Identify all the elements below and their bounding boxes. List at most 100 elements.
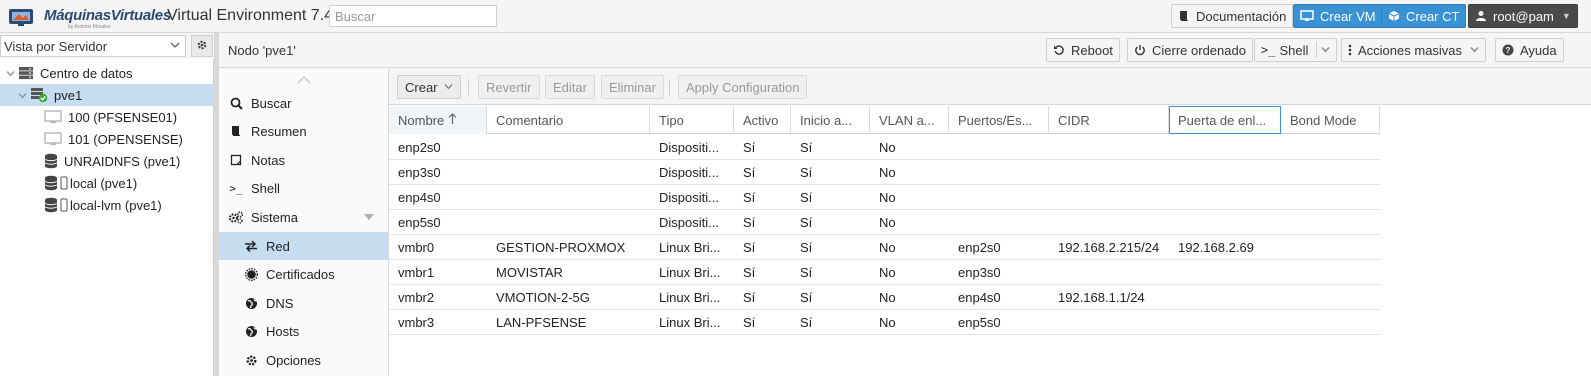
view-selector[interactable]: Vista por Servidor [0, 35, 186, 57]
cell-name: enp3s0 [398, 164, 441, 180]
cell-name: vmbr3 [398, 314, 435, 330]
cell-comment: MOVISTAR [496, 264, 563, 280]
table-row[interactable]: enp4s0 Dispositi... Sí Sí No [389, 185, 1380, 210]
nav-item-notes[interactable]: Notas [219, 146, 388, 174]
shutdown-button[interactable]: Cierre ordenado [1127, 38, 1253, 62]
monitor-icon [1300, 10, 1314, 22]
help-button[interactable]: ? Ayuda [1495, 38, 1564, 62]
reboot-button[interactable]: Reboot [1046, 38, 1120, 62]
cell-bond-mode [1281, 160, 1380, 184]
edit-button[interactable]: Editar [545, 75, 595, 99]
cell-type: Dispositi... [659, 189, 719, 205]
column-header-ports-slaves[interactable]: Puertos/Es... [949, 106, 1049, 134]
tree-item-label: 100 (PFSENSE01) [68, 109, 178, 125]
tree-item-vm-100[interactable]: 100 (PFSENSE01) [0, 106, 214, 128]
table-row[interactable]: vmbr0 GESTION-PROXMOX Linux Bri... Sí Sí No en… [389, 235, 1380, 260]
gear-button[interactable] [191, 35, 213, 57]
search-input[interactable] [329, 5, 497, 27]
collapse-toggle-icon[interactable] [16, 89, 28, 101]
cell-name: vmbr0 [398, 239, 435, 255]
table-row[interactable]: vmbr3 LAN-PFSENSE Linux Bri... Sí Sí No enp5s0 [389, 310, 1380, 335]
column-header-active[interactable]: Activo [734, 106, 791, 134]
cell-active: Sí [743, 264, 756, 280]
table-row[interactable]: enp2s0 Dispositi... Sí Sí No [389, 135, 1380, 160]
edit-label: Editar [553, 79, 587, 95]
create-vm-button[interactable]: Crear VM [1293, 4, 1383, 28]
column-header-name[interactable]: Nombre [389, 106, 487, 134]
tree-item-datacenter[interactable]: Centro de datos [0, 62, 214, 84]
revert-button[interactable]: Revertir [478, 75, 540, 99]
user-menu-button[interactable]: root@pam ▼ [1468, 4, 1578, 28]
cell-active: Sí [743, 139, 756, 155]
delete-button[interactable]: Eliminar [601, 75, 664, 99]
tree-item-storage-unraidnfs[interactable]: UNRAIDNFS (pve1) [0, 150, 214, 172]
cell-comment: GESTION-PROXMOX [496, 239, 626, 255]
column-header-label: Nombre [398, 112, 445, 128]
cell-bond-mode [1281, 185, 1380, 209]
cell-comment [487, 210, 650, 234]
column-header-vlan-aware[interactable]: VLAN a... [870, 106, 949, 134]
tree-item-vm-101[interactable]: 101 (OPENSENSE) [0, 128, 214, 150]
cell-autostart: Sí [800, 264, 813, 280]
node-online-icon [30, 87, 48, 103]
column-header-label: Tipo [659, 112, 684, 128]
cell-bond-mode [1281, 310, 1380, 334]
cell-vlan-aware: No [879, 289, 896, 305]
cell-autostart: Sí [800, 314, 813, 330]
column-header-comment[interactable]: Comentario [487, 106, 650, 134]
cell-active: Sí [743, 239, 756, 255]
column-header-type[interactable]: Tipo [650, 106, 734, 134]
nav-item-summary[interactable]: Resumen [219, 117, 388, 145]
cell-vlan-aware: No [879, 239, 896, 255]
create-button[interactable]: Crear [397, 75, 461, 99]
column-header-cidr[interactable]: CIDR [1049, 106, 1169, 134]
nav-item-hosts[interactable]: Hosts [219, 317, 388, 345]
cell-ports [949, 160, 1049, 184]
cell-autostart: Sí [800, 214, 813, 230]
grid-header: Nombre Comentario Tipo Activo Inicio a..… [389, 106, 1380, 134]
nav-item-shell[interactable]: >_ Shell [219, 174, 388, 202]
collapse-caret-icon[interactable] [364, 212, 374, 222]
book-icon [228, 125, 244, 137]
table-row[interactable]: enp3s0 Dispositi... Sí Sí No [389, 160, 1380, 185]
collapse-toggle-icon[interactable] [4, 67, 16, 79]
table-row[interactable]: vmbr2 VMOTION-2-5G Linux Bri... Sí Sí No enp4s… [389, 285, 1380, 310]
column-header-gateway[interactable]: Puerta de enl... [1169, 106, 1281, 134]
globe-icon [243, 325, 259, 338]
vm-stopped-icon [44, 110, 62, 124]
globe-icon [243, 297, 259, 310]
gear-icon [196, 39, 208, 54]
scroll-up-icon[interactable] [297, 73, 311, 87]
create-ct-button[interactable]: Crear CT [1381, 4, 1467, 28]
documentation-button[interactable]: Documentación [1171, 4, 1294, 28]
cell-autostart: Sí [800, 239, 813, 255]
column-header-bond-mode[interactable]: Bond Mode [1281, 106, 1380, 134]
nav-item-dns[interactable]: DNS [219, 289, 388, 317]
nav-item-label: Notas [251, 152, 285, 168]
cell-bond-mode [1281, 235, 1380, 259]
tree-item-pve1[interactable]: pve1 [0, 84, 214, 106]
cell-ports [949, 210, 1049, 234]
cell-bond-mode [1281, 285, 1380, 309]
tree-item-label: local-lvm (pve1) [70, 197, 162, 213]
column-header-autostart[interactable]: Inicio a... [791, 106, 870, 134]
cell-autostart: Sí [800, 164, 813, 180]
chevron-down-icon[interactable] [1321, 45, 1330, 56]
table-row[interactable]: vmbr1 MOVISTAR Linux Bri... Sí Sí No enp3s0 [389, 260, 1380, 285]
nav-item-system[interactable]: Sistema [219, 203, 388, 231]
tree-item-storage-local[interactable]: local (pve1) [0, 172, 214, 194]
nav-item-search[interactable]: Buscar [219, 89, 388, 117]
logo: MáquinasVirtuales by Antonio Morales [8, 4, 171, 30]
bulk-actions-button[interactable]: Acciones masivas [1341, 38, 1487, 62]
table-row[interactable]: enp5s0 Dispositi... Sí Sí No [389, 210, 1380, 235]
column-header-label: Puerta de enl... [1178, 112, 1267, 128]
shell-button[interactable]: >_ Shell [1254, 38, 1338, 62]
nav-item-network[interactable]: Red [219, 232, 388, 260]
column-header-label: CIDR [1058, 112, 1090, 128]
bulk-actions-label: Acciones masivas [1358, 42, 1463, 58]
tree-item-storage-local-lvm[interactable]: local-lvm (pve1) [0, 194, 214, 216]
nav-item-options[interactable]: Opciones [219, 346, 388, 374]
cell-gateway [1169, 310, 1281, 334]
nav-item-certificates[interactable]: Certificados [219, 260, 388, 288]
apply-configuration-button[interactable]: Apply Configuration [678, 75, 808, 99]
